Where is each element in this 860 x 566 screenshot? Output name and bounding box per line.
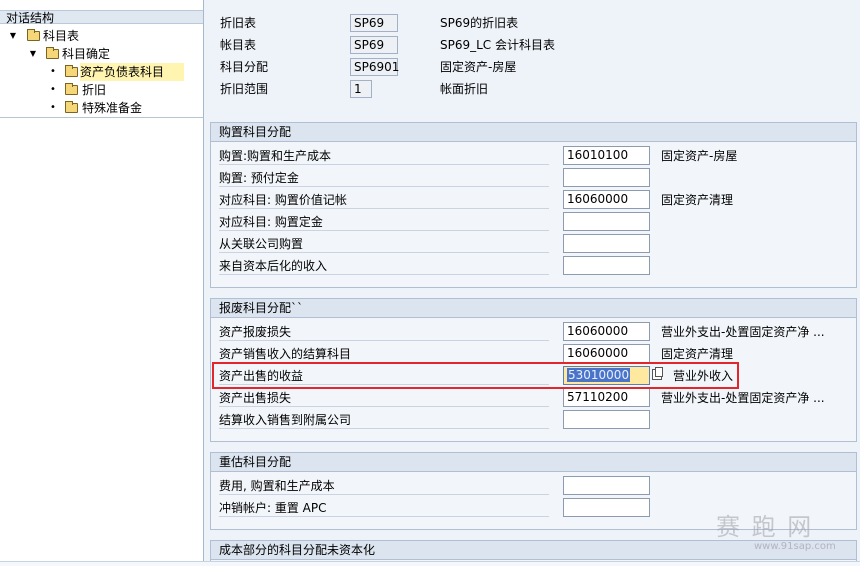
account-input[interactable] [563, 256, 650, 275]
account-input[interactable] [563, 168, 650, 187]
field-row: 资产出售损失 57110200 营业外支出-处置固定资产净 ... [219, 388, 825, 407]
bullet-icon: • [50, 84, 56, 95]
group-retirement-accounts: 报废科目分配`` 资产报废损失 16060000 营业外支出-处置固定资产净 .… [210, 298, 857, 442]
field-row: 从关联公司购置 [211, 233, 856, 255]
account-input[interactable] [563, 476, 650, 495]
tree-node-special-reserves[interactable]: • 特殊准备金 [0, 99, 203, 117]
watermark: 赛 跑 网 www.91sap.com [716, 513, 836, 552]
account-input[interactable]: 57110200 [563, 388, 650, 407]
account-input[interactable]: 16010100 [563, 146, 650, 165]
account-input[interactable] [563, 212, 650, 231]
bullet-icon: • [50, 102, 56, 113]
folder-icon [65, 65, 78, 77]
account-input[interactable]: 16060000 [563, 322, 650, 341]
field-row-gain-on-sale: 资产出售的收益 53010000 营业外收入 [219, 366, 734, 385]
group-acquisition-accounts: 购置科目分配 购置:购置和生产成本 16010100 固定资产-房屋 购置: 预… [210, 122, 857, 288]
group-title: 购置科目分配 [211, 123, 856, 142]
dialog-structure-tree: ▼ 科目表 ▼ 科目确定 • 资产负债表科目 • 折旧 • 特殊准备金 [0, 24, 203, 117]
group-title: 报废科目分配`` [211, 299, 856, 318]
value-help-icon[interactable] [652, 367, 663, 380]
folder-icon [65, 83, 78, 95]
account-determination-field: SP6901 [350, 58, 399, 76]
field-row: 结算收入销售到附属公司 [211, 409, 856, 431]
field-row: 费用, 购置和生产成本 [211, 475, 856, 497]
account-input[interactable] [563, 234, 650, 253]
field-row: 购置: 预付定金 [211, 167, 856, 189]
expand-triangle-icon[interactable]: ▼ [28, 45, 38, 63]
chart-of-accounts-field: SP69 [350, 36, 398, 54]
field-row: 资产销售收入的结算科目 16060000 固定资产清理 [219, 344, 734, 363]
folder-icon [27, 29, 40, 41]
dialog-structure-panel: 对话结构 ▼ 科目表 ▼ 科目确定 • 资产负债表科目 • 折旧 • 特殊准备金 [0, 0, 204, 566]
field-row: 对应科目: 购置价值记帐 16060000 固定资产清理 [219, 190, 734, 209]
field-row: 来自资本后化的收入 [211, 255, 856, 277]
account-input[interactable]: 16060000 [563, 190, 650, 209]
tree-separator [0, 117, 203, 118]
expand-triangle-icon[interactable]: ▼ [8, 27, 18, 45]
field-row: 对应科目: 购置定金 [211, 211, 856, 233]
account-input[interactable]: 16060000 [563, 344, 650, 363]
gain-on-sale-account-input[interactable]: 53010000 [563, 366, 650, 385]
bullet-icon: • [50, 66, 56, 77]
tree-node-chart-of-accounts[interactable]: ▼ 科目表 [0, 27, 203, 45]
field-row: 购置:购置和生产成本 16010100 固定资产-房屋 [219, 146, 738, 165]
folder-icon [46, 47, 59, 59]
tree-node-balance-sheet-accounts[interactable]: • 资产负债表科目 [0, 63, 203, 81]
field-row: 资产报废损失 16060000 营业外支出-处置固定资产净 ... [219, 322, 825, 341]
account-input[interactable] [563, 498, 650, 517]
group-title: 重估科目分配 [211, 453, 856, 472]
depreciation-chart-field: SP69 [350, 14, 398, 32]
folder-icon [65, 101, 78, 113]
bottom-scrollbar[interactable] [0, 561, 860, 566]
dialog-structure-header: 对话结构 [0, 10, 203, 25]
tree-node-account-determination[interactable]: ▼ 科目确定 [0, 45, 203, 63]
tree-node-depreciation[interactable]: • 折旧 [0, 81, 203, 99]
account-input[interactable] [563, 410, 650, 429]
depreciation-area-field: 1 [350, 80, 372, 98]
detail-view: 折旧表 SP69 SP69的折旧表 帐目表 SP69 SP69_LC 会计科目表… [205, 0, 860, 566]
